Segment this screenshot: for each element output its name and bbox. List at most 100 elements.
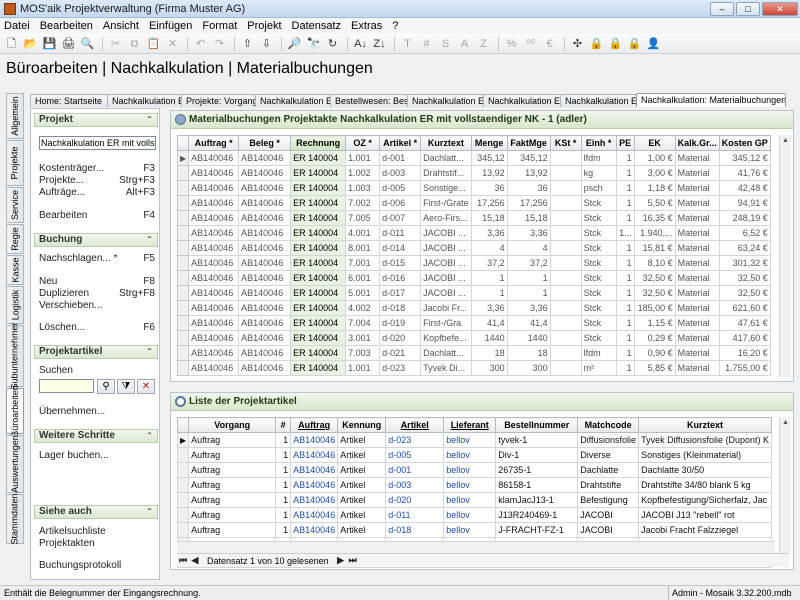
- cell[interactable]: bellov: [443, 447, 497, 463]
- table-row[interactable]: AB140046 AB140046 ER 140004 8.001 d-014 JACOB…: [176, 240, 771, 256]
- sidebar-item-uebernehmen[interactable]: Übernehmen...: [39, 406, 155, 417]
- col-header-13[interactable]: Kosten GP: [718, 135, 771, 151]
- table-row[interactable]: Auftrag 1 AB140046 Artikel d-018 bellov J-FRAC…: [176, 522, 772, 538]
- sidebar-item-projektakten[interactable]: Projektakten: [39, 538, 155, 549]
- tab-1[interactable]: Home: Startseite: [30, 94, 108, 107]
- table-row[interactable]: AB140046 AB140046 ER 140004 7.002 d-006 First…: [176, 195, 771, 211]
- sidebar-item-auftraege[interactable]: Aufträge... Alt+F3: [39, 187, 155, 198]
- row-selector[interactable]: [176, 315, 190, 331]
- col-header-3[interactable]: Kennung: [337, 417, 387, 433]
- tab-4[interactable]: Nachkalkulation ER: [255, 94, 331, 107]
- sidebar-item-neu[interactable]: Neu F8: [39, 276, 155, 287]
- sidebar-item-loeschen[interactable]: Löschen... F6: [39, 322, 155, 333]
- sort-asc-icon[interactable]: A↓: [352, 36, 369, 52]
- row-selector[interactable]: [176, 447, 190, 463]
- col-header-8[interactable]: Kurztext: [638, 417, 772, 433]
- down-icon[interactable]: ⇩: [258, 36, 275, 52]
- filter-icon[interactable]: ⚲: [97, 379, 115, 394]
- cell[interactable]: AB140046: [290, 432, 339, 448]
- open-icon[interactable]: 📂: [22, 36, 39, 52]
- row-selector[interactable]: ▶: [176, 150, 190, 166]
- tools-icon[interactable]: ✣: [569, 36, 586, 52]
- lock-red-icon[interactable]: 🔒: [626, 36, 643, 52]
- vtab-projekte[interactable]: Projekte: [6, 140, 24, 186]
- group-projektartikel[interactable]: Projektartikel ⌃: [34, 345, 158, 359]
- copy-icon[interactable]: ⧉: [126, 36, 143, 52]
- table-row[interactable]: AB140046 AB140046 ER 140004 4.001 d-011 JACOB…: [176, 225, 771, 241]
- table-row[interactable]: AB140046 AB140046 ER 140004 7.004 d-019 First…: [176, 315, 771, 331]
- cell[interactable]: AB140046: [290, 507, 339, 523]
- refresh-icon[interactable]: ↻: [324, 36, 341, 52]
- tab-9[interactable]: Nachkalkulation: Materialbuchungen✕: [636, 93, 786, 107]
- redo-icon[interactable]: ↷: [211, 36, 228, 52]
- row-selector[interactable]: [176, 270, 190, 286]
- menu-help[interactable]: ?: [392, 20, 398, 32]
- menu-ansicht[interactable]: Ansicht: [103, 20, 139, 32]
- vertical-scrollbar[interactable]: ▲: [779, 417, 791, 553]
- table-row[interactable]: Auftrag 1 AB140046 Artikel d-003 bellov 86158-…: [176, 477, 772, 493]
- col-header-10[interactable]: PE: [615, 135, 635, 151]
- percent-icon[interactable]: %: [503, 36, 520, 52]
- col-header-7[interactable]: FaktMge: [506, 135, 551, 151]
- tab-3[interactable]: Projekte: Vorgang: [181, 94, 256, 107]
- cell[interactable]: bellov: [443, 492, 497, 508]
- zoom-icon[interactable]: 🔭: [305, 36, 322, 52]
- row-selector[interactable]: [176, 360, 190, 376]
- last-record-icon[interactable]: ⏭: [347, 555, 359, 566]
- collapse-icon[interactable]: ⌃: [146, 234, 153, 246]
- print-preview-icon[interactable]: 🔍: [79, 36, 96, 52]
- delete-icon[interactable]: ✕: [164, 36, 181, 52]
- cell[interactable]: d-011: [385, 507, 445, 523]
- table-row[interactable]: Auftrag 1 AB140046 Artikel d-005 bellov Div-1 D…: [176, 447, 772, 463]
- table-row[interactable]: AB140046 AB140046 ER 140004 7.005 d-007 Aero-…: [176, 210, 771, 226]
- group-projekt[interactable]: Projekt ⌃: [34, 113, 158, 127]
- collapse-icon[interactable]: ⌃: [146, 430, 153, 442]
- menu-datensatz[interactable]: Datensatz: [292, 20, 342, 32]
- row-selector[interactable]: [176, 165, 190, 181]
- col-header-0[interactable]: Vorgang: [188, 417, 277, 433]
- table-row[interactable]: AB140046 AB140046 ER 140004 6.001 d-016 JACOB…: [176, 270, 771, 286]
- buchungen-table[interactable]: Auftrag * Beleg * Rechnung OZ * Artikel * Kur…: [176, 135, 771, 376]
- row-selector[interactable]: [176, 330, 190, 346]
- table-row[interactable]: AB140046 AB140046 ER 140004 5.001 d-017 JACOB…: [176, 285, 771, 301]
- scroll-up-icon[interactable]: ▲: [780, 417, 791, 429]
- col-header-6[interactable]: Bestellnummer: [495, 417, 579, 433]
- row-selector[interactable]: [176, 225, 190, 241]
- cell[interactable]: d-020: [385, 492, 445, 508]
- minimize-button[interactable]: –: [710, 1, 734, 16]
- sidebar-item-artikelsuchliste[interactable]: Artikelsuchliste: [39, 526, 155, 537]
- table-row[interactable]: AB140046 AB140046 ER 140004 7.003 d-021 Dachl…: [176, 345, 771, 361]
- scroll-up-icon[interactable]: ▲: [780, 135, 791, 147]
- table-row[interactable]: AB140046 AB140046 ER 140004 7.001 d-015 JACOB…: [176, 255, 771, 271]
- vertical-scrollbar[interactable]: ▲: [779, 135, 791, 377]
- col-header-1[interactable]: Beleg *: [238, 135, 292, 151]
- row-selector[interactable]: [176, 255, 190, 271]
- filter-clear-icon[interactable]: ✕: [137, 379, 155, 394]
- collapse-icon[interactable]: ⌃: [146, 114, 153, 126]
- undo-icon[interactable]: ↶: [192, 36, 209, 52]
- cell[interactable]: bellov: [443, 507, 497, 523]
- first-record-icon[interactable]: ⏮: [177, 555, 189, 566]
- row-selector[interactable]: [176, 180, 190, 196]
- cell[interactable]: AB140046: [290, 522, 339, 538]
- table-row[interactable]: ▶ AB140046 AB140046 ER 140004 1.001 d-001 Dach…: [176, 150, 771, 166]
- cut-icon[interactable]: ✂: [107, 36, 124, 52]
- group-buchung[interactable]: Buchung ⌃: [34, 233, 158, 247]
- col-header-2[interactable]: Auftrag: [290, 417, 339, 433]
- horizontal-scrollbar[interactable]: [177, 541, 775, 553]
- user-icon[interactable]: 👤: [645, 36, 662, 52]
- up-icon[interactable]: ⇧: [239, 36, 256, 52]
- z-icon[interactable]: Z: [475, 36, 492, 52]
- cell[interactable]: AB140046: [290, 477, 339, 493]
- table-row[interactable]: AB140046 AB140046 ER 140004 1.001 d-023 Tyvek…: [176, 360, 771, 376]
- search-input[interactable]: [39, 379, 94, 393]
- cell[interactable]: bellov: [443, 432, 497, 448]
- sidebar-item-projekte[interactable]: Projekte... Strg+F3: [39, 175, 155, 186]
- col-header-3[interactable]: OZ *: [345, 135, 381, 151]
- col-header-0[interactable]: Auftrag *: [188, 135, 240, 151]
- menu-datei[interactable]: Datei: [4, 20, 30, 32]
- digits-icon[interactable]: ⁰⁰: [522, 36, 539, 52]
- vtab-allgemein[interactable]: Allgemein: [6, 93, 24, 139]
- paste-icon[interactable]: 📋: [145, 36, 162, 52]
- tab-8[interactable]: Nachkalkulation ER: [560, 94, 637, 107]
